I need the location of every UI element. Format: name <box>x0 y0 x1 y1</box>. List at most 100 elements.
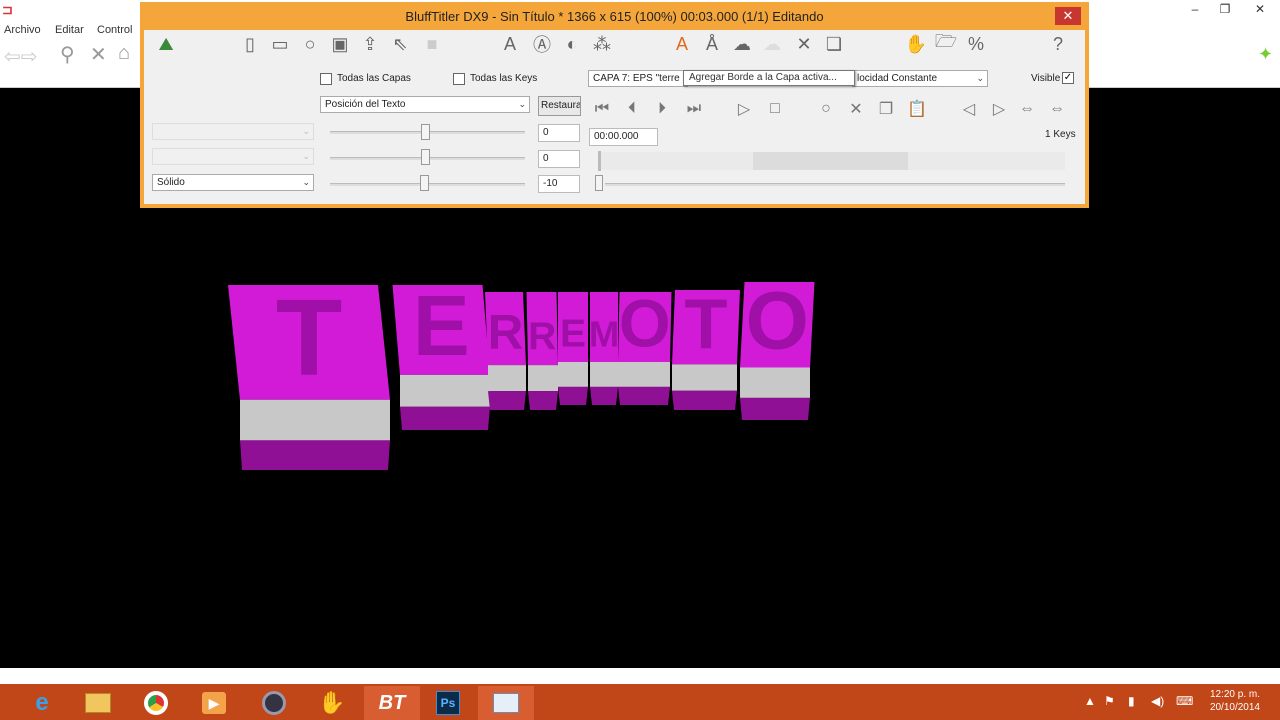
screen: ⊐ Archivo Editar Control ⇦⇨ ⚲ ✕ ⌂ – ❐ ✕ … <box>0 0 1280 720</box>
blufftitler-icon[interactable]: BT <box>364 686 420 720</box>
stop-icon[interactable]: □ <box>764 98 786 120</box>
property-select[interactable]: Posición del Texto ⌄ <box>320 96 530 113</box>
open-folder-icon[interactable]: ▭ <box>268 32 292 56</box>
timeline-scroll-thumb[interactable] <box>595 175 603 191</box>
keyboard-icon[interactable]: ⌨ <box>1176 694 1193 708</box>
flag-icon[interactable]: ⚑ <box>1104 694 1115 708</box>
minimize-button[interactable]: – <box>1180 0 1210 18</box>
home-icon[interactable]: ⌂ <box>118 42 130 65</box>
window-icon[interactable] <box>478 686 534 720</box>
new-file-icon[interactable]: ▯ <box>238 32 262 56</box>
particles-icon[interactable]: ⁂ <box>590 32 614 56</box>
explorer-icon[interactable] <box>70 686 126 720</box>
previous-key-icon[interactable]: ⏴ <box>621 98 643 120</box>
first-key-icon[interactable]: ⏮ <box>591 98 613 120</box>
letter-side <box>488 365 526 392</box>
next-key-icon[interactable]: ⏵ <box>651 98 673 120</box>
time-field[interactable]: 00:00.000 <box>589 128 658 146</box>
paste-key-icon[interactable]: 📋 <box>906 98 928 120</box>
layer-select[interactable]: CAPA 7: EPS "terre <box>588 70 688 87</box>
webcam-icon[interactable] <box>246 686 302 720</box>
letter-o: O <box>740 276 815 420</box>
chevron-down-icon: ⌄ <box>302 126 310 136</box>
play-icon[interactable]: ▷ <box>733 98 755 120</box>
timeline-scroll-track[interactable] <box>605 183 1065 186</box>
cloud-icon[interactable]: ☁ <box>730 32 754 56</box>
chevron-down-icon: ⌄ <box>976 73 984 83</box>
clock-date: 20/10/2014 <box>1209 702 1260 713</box>
circle-icon[interactable]: ○ <box>298 32 322 56</box>
folder-open-icon[interactable]: 🗁 <box>934 31 958 56</box>
all-layers-checkbox[interactable] <box>320 73 332 85</box>
text-box-icon[interactable]: Ⓐ <box>530 32 554 56</box>
ie-icon[interactable]: e <box>14 686 70 720</box>
export-icon[interactable]: ⇪ <box>358 32 382 56</box>
letter-side <box>672 364 737 391</box>
letter-side <box>400 374 490 407</box>
glove-icon[interactable]: ✋ <box>304 686 360 720</box>
slider-y-thumb[interactable] <box>421 149 430 165</box>
network-icon[interactable]: ▮ <box>1128 694 1135 708</box>
style-select-value: Sólido <box>157 177 185 188</box>
percent-icon[interactable]: % <box>964 32 988 56</box>
letter-glyph: R <box>488 305 524 360</box>
restore-button[interactable]: Restaurar <box>538 96 581 116</box>
copy-key-icon[interactable]: ❐ <box>875 98 897 120</box>
dialog-close-button[interactable]: ✕ <box>1055 7 1081 25</box>
up-arrow-icon[interactable]: ▲ <box>1084 694 1096 708</box>
letter-glyph: M <box>589 314 619 355</box>
value-y-field[interactable]: 0 <box>538 150 580 168</box>
frame-icon[interactable]: ▣ <box>328 32 352 56</box>
move-right-icon[interactable]: ▷ <box>988 98 1010 120</box>
value-z-field[interactable]: -10 <box>538 175 580 193</box>
app-logo-icon: ⊐ <box>2 2 13 17</box>
letter-t: T <box>672 284 740 410</box>
back-icon[interactable]: ⇦⇨ <box>4 44 38 69</box>
timeline-range[interactable] <box>753 152 908 170</box>
delete-icon[interactable]: ✕ <box>90 42 107 67</box>
dialog-title: BluffTitler DX9 - Sin Título * 1366 x 61… <box>144 4 1085 30</box>
help-icon[interactable]: ? <box>1046 32 1070 56</box>
letter-glyph: O <box>619 288 671 362</box>
letter-glyph: O <box>746 276 809 367</box>
close-main-button[interactable]: ✕ <box>1240 0 1280 18</box>
add-border-icon[interactable]: A <box>670 32 694 56</box>
menu-control[interactable]: Control <box>97 24 132 36</box>
outline-a-icon[interactable]: Å <box>700 32 724 56</box>
clock[interactable]: 12:20 p. m. 20/10/2014 <box>1210 688 1260 714</box>
style-select[interactable]: Sólido ⌄ <box>152 174 314 191</box>
slider-z-thumb[interactable] <box>420 175 429 191</box>
maximize-button[interactable]: ❐ <box>1210 0 1240 18</box>
chevron-down-icon: ⌄ <box>302 151 310 161</box>
chevron-down-icon: ⌄ <box>518 99 526 109</box>
shrink-icon[interactable]: ⇔ <box>1016 98 1038 120</box>
link-icon[interactable]: ⚲ <box>60 42 75 67</box>
chrome-icon[interactable] <box>128 686 184 720</box>
visible-checkbox[interactable]: ✓ <box>1062 72 1074 84</box>
expand-icon[interactable]: ⇔ <box>1046 98 1068 120</box>
logo-icon[interactable]: ⛰ <box>154 32 178 56</box>
media-player-icon[interactable]: ▶ <box>186 686 242 720</box>
photoshop-icon[interactable]: Ps <box>420 686 476 720</box>
all-keys-checkbox[interactable] <box>453 73 465 85</box>
letter-glyph: E <box>560 313 586 356</box>
menu-archivo[interactable]: Archivo <box>4 24 41 36</box>
timeline-marker[interactable] <box>598 151 601 171</box>
duplicate-icon[interactable]: ❏ <box>822 32 846 56</box>
speed-select[interactable]: locidad Constante ⌄ <box>852 70 988 87</box>
slider-x-thumb[interactable] <box>421 124 430 140</box>
record-icon[interactable]: ○ <box>815 98 837 120</box>
arrow-icon[interactable]: ⇖ <box>388 32 412 56</box>
letter-o: O <box>618 288 672 405</box>
head-icon[interactable]: ◐ <box>560 32 584 56</box>
letter-side <box>590 362 618 387</box>
menu-editar[interactable]: Editar <box>55 24 84 36</box>
speed-select-value: locidad Constante <box>857 73 938 84</box>
value-x-field[interactable]: 0 <box>538 124 580 142</box>
volume-icon[interactable]: ◀) <box>1151 694 1164 708</box>
last-key-icon[interactable]: ⏭ <box>683 98 705 120</box>
text-icon[interactable]: A <box>498 32 522 56</box>
delete-layer-icon[interactable]: ✕ <box>792 32 816 56</box>
move-left-icon[interactable]: ◁ <box>958 98 980 120</box>
delete-key-icon[interactable]: ✕ <box>845 98 867 120</box>
